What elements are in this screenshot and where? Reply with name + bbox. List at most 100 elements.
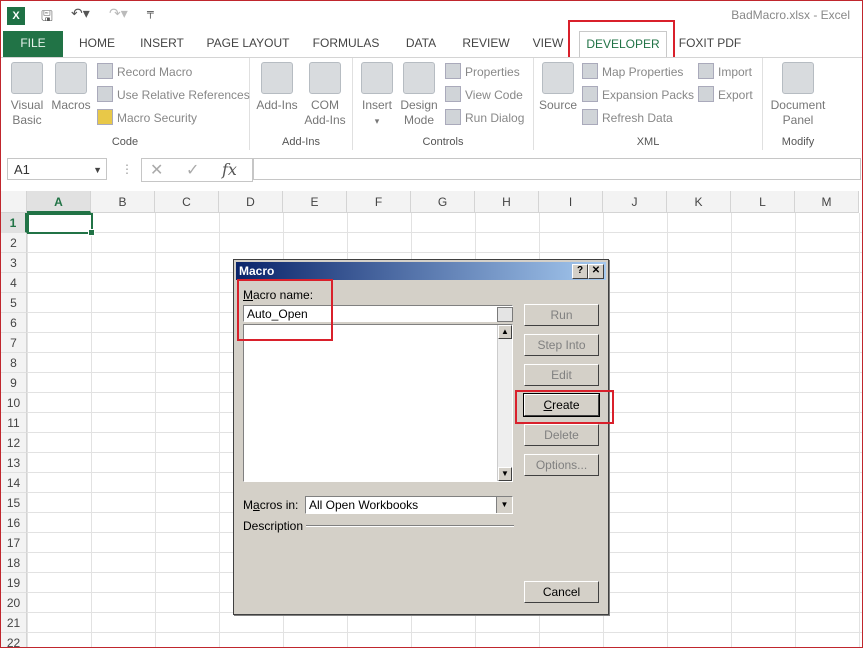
import-button[interactable]: Import [698,63,752,79]
scroll-down-icon[interactable]: ▼ [498,467,512,481]
close-button[interactable]: ✕ [588,264,604,279]
tab-insert[interactable]: INSERT [131,31,193,57]
tab-home[interactable]: HOME [71,31,123,57]
tab-foxit-pdf[interactable]: FOXIT PDF [673,31,747,57]
column-header-j[interactable]: J [603,191,667,213]
options-button[interactable]: Options... [524,454,599,476]
macros-in-select[interactable]: All Open Workbooks ▼ [305,496,513,514]
help-button[interactable]: ? [572,264,588,279]
row-header-18[interactable]: 18 [1,553,27,573]
tab-page-layout[interactable]: PAGE LAYOUT [201,31,295,57]
column-header-e[interactable]: E [283,191,347,213]
row-header-5[interactable]: 5 [1,293,27,313]
row-header-22[interactable]: 22 [1,633,27,647]
row-header-15[interactable]: 15 [1,493,27,513]
row-header-6[interactable]: 6 [1,313,27,333]
cancel-button[interactable]: Cancel [524,581,599,603]
row-header-4[interactable]: 4 [1,273,27,293]
column-header-h[interactable]: H [475,191,539,213]
macro-list[interactable]: ▲ ▼ [243,324,513,482]
column-header-a[interactable]: A [27,191,91,213]
visual-basic-button[interactable]: Visual Basic [7,62,47,128]
active-cell[interactable] [27,213,95,236]
column-header-m[interactable]: M [795,191,859,213]
ribbon-tabs: FILE HOME INSERT PAGE LAYOUT FORMULAS DA… [1,31,862,58]
column-header-i[interactable]: I [539,191,603,213]
design-mode-button[interactable]: Design Mode [399,62,439,128]
com-addins-button[interactable]: COM Add-Ins [302,62,348,128]
delete-button[interactable]: Delete [524,424,599,446]
column-header-k[interactable]: K [667,191,731,213]
confirm-entry-icon[interactable]: ✓ [186,159,199,181]
step-into-button[interactable]: Step Into [524,334,599,356]
chevron-down-icon[interactable]: ▼ [496,497,512,513]
cancel-entry-icon[interactable]: ✕ [150,159,163,181]
row-header-20[interactable]: 20 [1,593,27,613]
row-header-2[interactable]: 2 [1,233,27,253]
run-dialog-icon [445,109,461,125]
name-box[interactable]: A1 ▼ [7,158,107,180]
map-properties-label: Map Properties [602,65,684,79]
row-header-19[interactable]: 19 [1,573,27,593]
source-button[interactable]: Source [538,62,578,113]
view-code-button[interactable]: View Code [445,86,523,102]
column-header-c[interactable]: C [155,191,219,213]
macros-button[interactable]: Macros [49,62,93,113]
formula-bar-splitter-icon[interactable]: ⋮ [121,162,133,176]
run-dialog-button[interactable]: Run Dialog [445,109,524,125]
macro-list-scrollbar[interactable]: ▲ ▼ [497,325,512,481]
relative-references-button[interactable]: Use Relative References [97,86,250,102]
save-icon[interactable]: 🖫 [41,6,53,30]
chevron-down-icon[interactable]: ▼ [93,159,102,181]
row-header-21[interactable]: 21 [1,613,27,633]
tab-view[interactable]: VIEW [525,31,571,57]
map-properties-button[interactable]: Map Properties [582,63,683,79]
column-header-g[interactable]: G [411,191,475,213]
customize-qat-icon[interactable]: ╤ [147,6,154,19]
column-header-l[interactable]: L [731,191,795,213]
document-panel-button[interactable]: Document Panel [767,62,829,128]
edit-button[interactable]: Edit [524,364,599,386]
row-header-8[interactable]: 8 [1,353,27,373]
collapse-dialog-icon[interactable] [497,307,513,322]
export-button[interactable]: Export [698,86,753,102]
tab-review[interactable]: REVIEW [455,31,517,57]
column-header-b[interactable]: B [91,191,155,213]
record-macro-button[interactable]: Record Macro [97,63,192,79]
row-header-13[interactable]: 13 [1,453,27,473]
row-header-14[interactable]: 14 [1,473,27,493]
column-header-f[interactable]: F [347,191,411,213]
row-header-11[interactable]: 11 [1,413,27,433]
formula-input[interactable] [253,158,861,180]
properties-button[interactable]: Properties [445,63,520,79]
row-header-7[interactable]: 7 [1,333,27,353]
excel-window: X 🖫 ↶▾ ↷▾ ╤ BadMacro.xlsx - Excel FILE H… [0,0,863,648]
row-header-17[interactable]: 17 [1,533,27,553]
row-header-3[interactable]: 3 [1,253,27,273]
tab-file[interactable]: FILE [3,31,63,57]
row-header-10[interactable]: 10 [1,393,27,413]
tab-formulas[interactable]: FORMULAS [305,31,387,57]
row-header-1[interactable]: 1 [1,213,27,233]
macro-name-highlight [237,279,333,341]
undo-icon[interactable]: ↶▾ [71,6,90,22]
expansion-packs-button[interactable]: Expansion Packs [582,86,694,102]
row-header-9[interactable]: 9 [1,373,27,393]
column-header-d[interactable]: D [219,191,283,213]
run-button[interactable]: Run [524,304,599,326]
insert-function-icon[interactable]: fx [222,159,237,181]
addins-button[interactable]: Add-Ins [254,62,300,113]
redo-icon[interactable]: ↷▾ [109,6,128,22]
refresh-data-button[interactable]: Refresh Data [582,109,673,125]
formula-bar: A1 ▼ ⋮ ✕ ✓ fx [1,150,862,190]
row-header-16[interactable]: 16 [1,513,27,533]
select-all-corner[interactable] [1,191,27,213]
row-header-12[interactable]: 12 [1,433,27,453]
expansion-packs-label: Expansion Packs [602,88,695,102]
gear-icon [261,62,293,94]
macro-security-button[interactable]: Macro Security [97,109,197,125]
tab-data[interactable]: DATA [395,31,447,57]
excel-icon[interactable]: X [7,7,25,25]
insert-control-button[interactable]: Insert ▾ [357,62,397,129]
scroll-up-icon[interactable]: ▲ [498,325,512,339]
